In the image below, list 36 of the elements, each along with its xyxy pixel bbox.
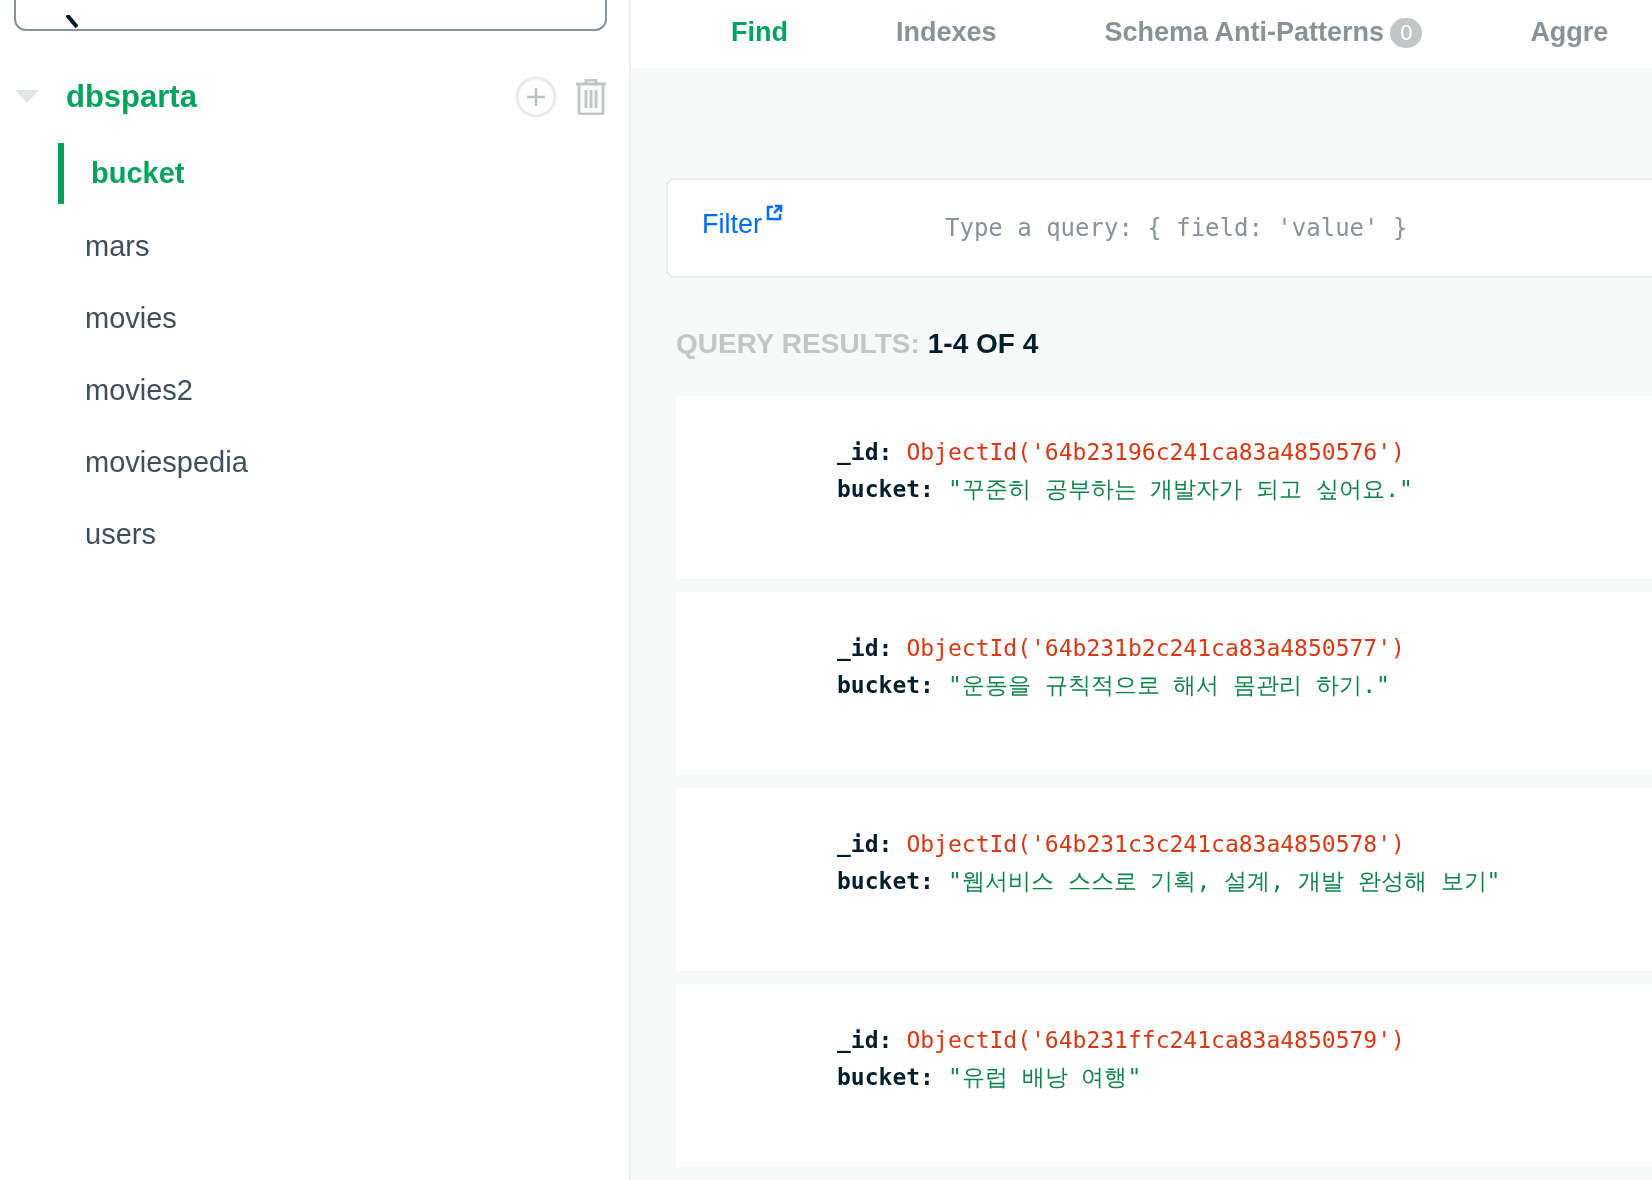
tab[interactable]: Schema Anti-Patterns: [1104, 17, 1385, 48]
field-value: "꾸준히 공부하는 개발자가 되고 싶어요.": [947, 475, 1413, 504]
collection-item[interactable]: bucket: [58, 143, 185, 204]
tab[interactable]: Indexes: [896, 17, 997, 48]
field-key: _id:: [837, 826, 893, 863]
database-name[interactable]: dbsparta: [66, 79, 515, 115]
field-key: bucket:: [837, 667, 934, 704]
query-input[interactable]: Type a query: { field: 'value' }: [943, 213, 1647, 243]
caret-icon[interactable]: [14, 89, 40, 105]
field-value: "유럽 배낭 여행": [947, 1063, 1142, 1092]
field-key: _id:: [837, 434, 893, 471]
collection-item[interactable]: movies: [85, 282, 629, 354]
collection-item[interactable]: mars: [85, 210, 629, 282]
collection-item[interactable]: movies2: [85, 354, 629, 426]
add-icon[interactable]: [515, 76, 557, 118]
field-key: bucket:: [837, 471, 934, 508]
collection-item[interactable]: moviespedia: [85, 426, 629, 498]
field-key: bucket:: [837, 863, 934, 900]
field-key: _id:: [837, 630, 893, 667]
filter-link[interactable]: Filter: [702, 208, 762, 240]
field-value: "운동을 규칙적으로 해서 몸관리 하기.": [947, 671, 1390, 700]
field-value: ObjectId('64b23196c241ca83a4850576'): [906, 438, 1405, 467]
field-key: _id:: [837, 1022, 893, 1059]
field-value: ObjectId('64b231b2c241ca83a4850577'): [906, 634, 1405, 663]
results-count: 1-4 OF 4: [927, 328, 1039, 360]
field-value: ObjectId('64b231c3c241ca83a4850578'): [906, 830, 1405, 859]
field-value: "웹서비스 스스로 기획, 설계, 개발 완성해 보기": [947, 867, 1501, 896]
field-key: bucket:: [837, 1059, 934, 1096]
tab[interactable]: Find: [731, 17, 788, 48]
search-icon: [66, 15, 78, 29]
field-value: ObjectId('64b231ffc241ca83a4850579'): [906, 1026, 1405, 1055]
tab[interactable]: Aggre: [1530, 17, 1609, 48]
external-link-icon: [765, 204, 783, 222]
collection-item[interactable]: users: [85, 498, 629, 570]
trash-icon[interactable]: [575, 79, 607, 115]
count-badge: 0: [1390, 17, 1423, 48]
